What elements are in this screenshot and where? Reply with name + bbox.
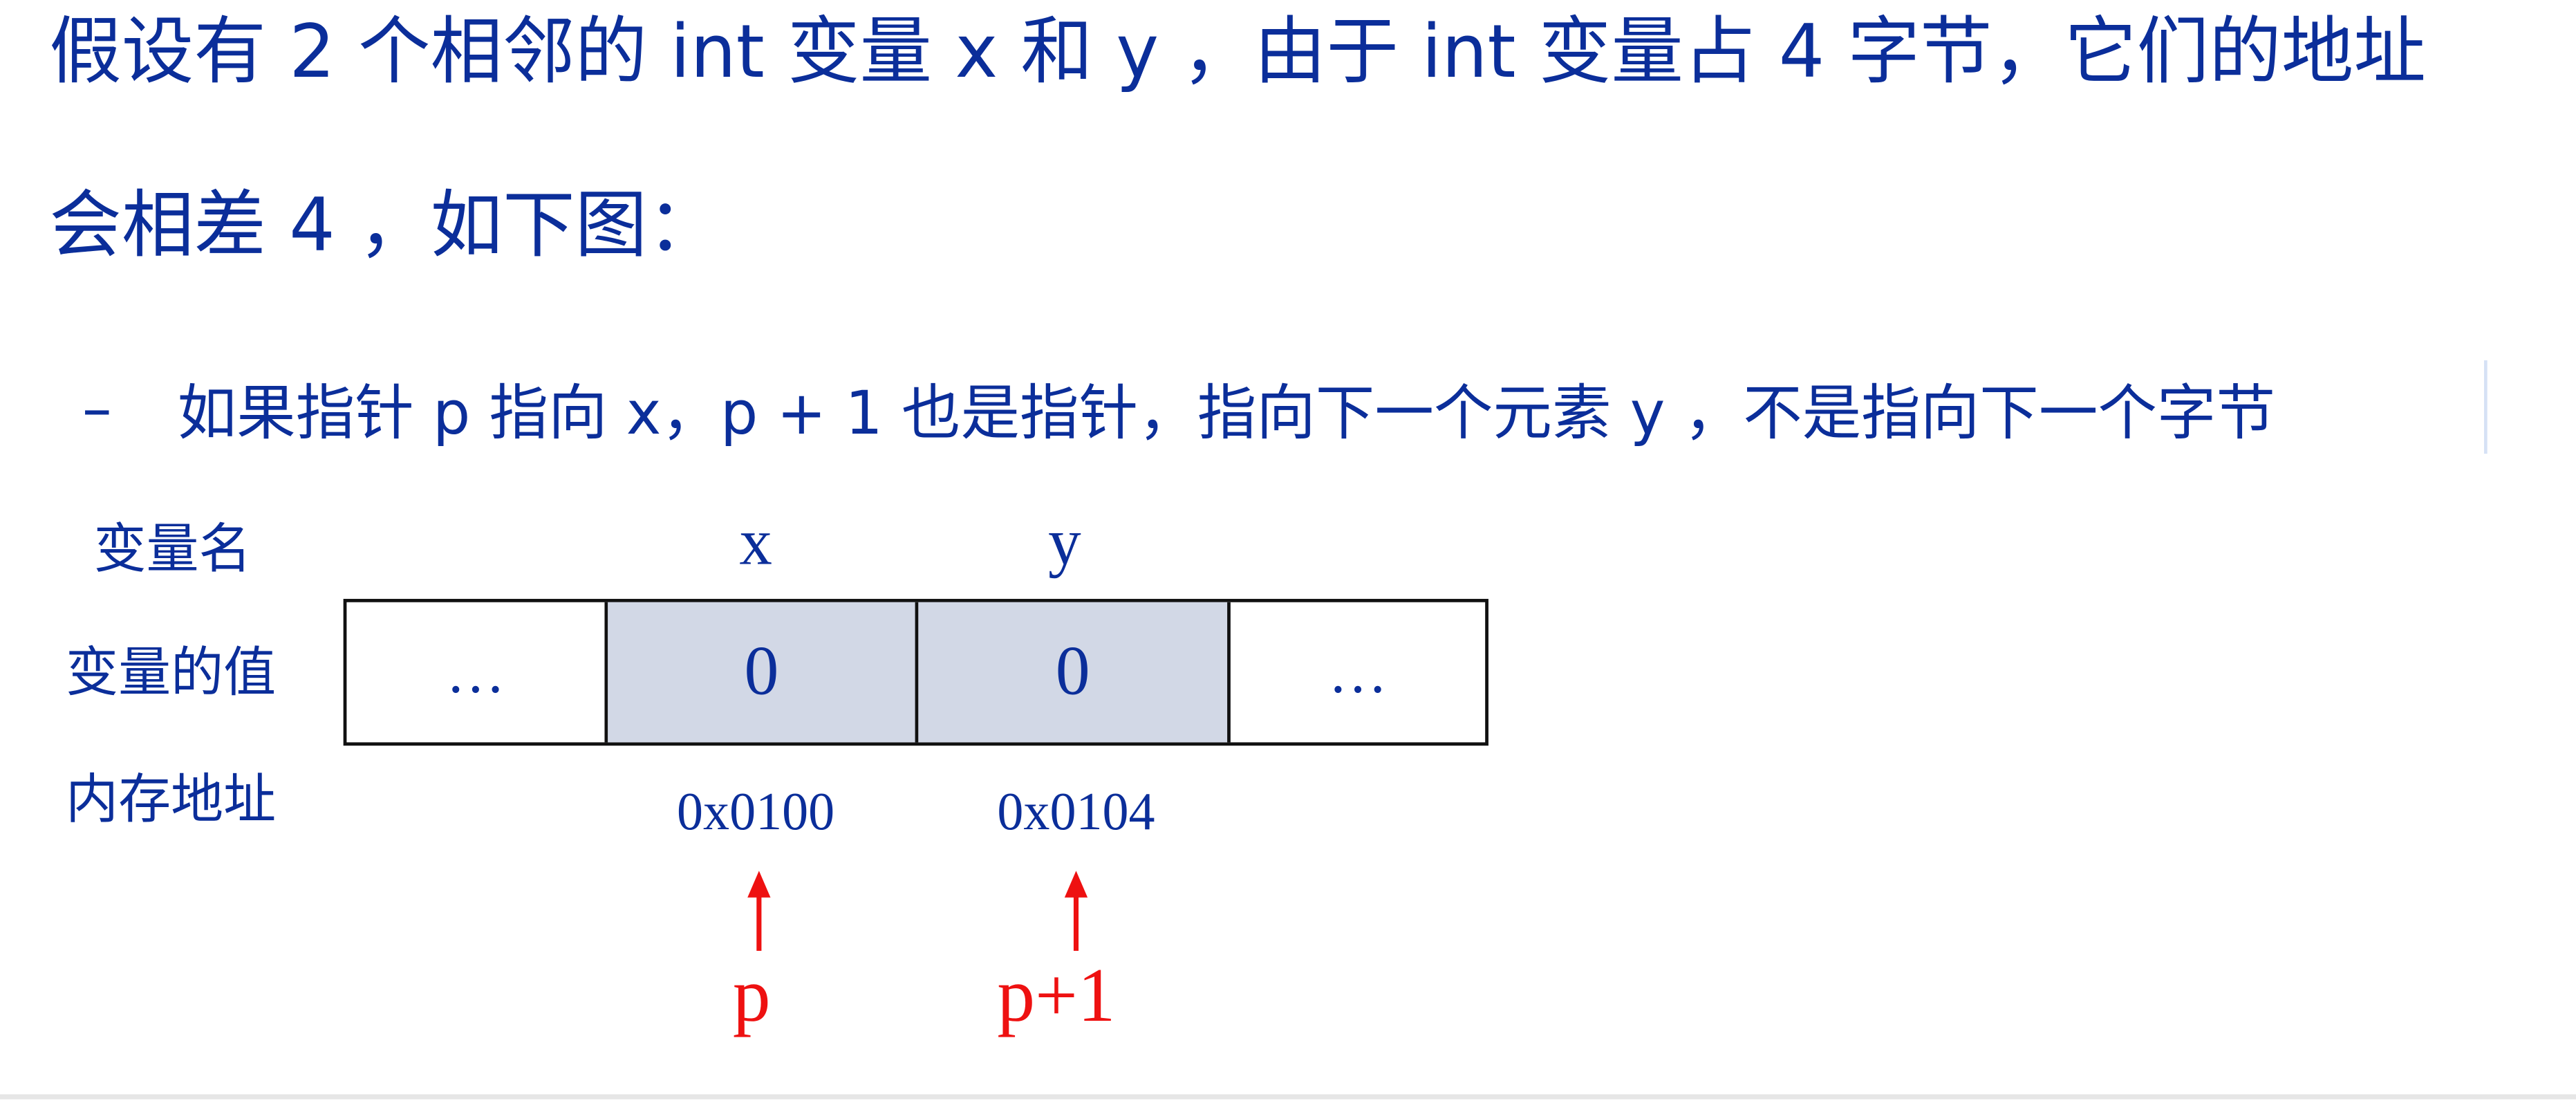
row-label-variable-value: 变量的值	[66, 640, 277, 704]
pointer-label-p-plus-1: p+1	[997, 952, 1116, 1038]
paragraph-line-2: 会相差 4 ，如下图：	[49, 183, 720, 269]
memory-cell-x: 0	[608, 602, 919, 743]
bullet-dash: –	[82, 374, 112, 443]
row-label-variable-name: 变量名	[93, 517, 252, 581]
text-caret	[2483, 360, 2488, 454]
bottom-divider	[0, 1094, 2576, 1100]
variable-name-y: y	[1048, 503, 1081, 579]
paragraph-line-1: 假设有 2 个相邻的 int 变量 x 和 y ，由于 int 变量占 4 字节…	[49, 10, 2426, 95]
arrow-up-icon	[1064, 871, 1088, 951]
slide: 假设有 2 个相邻的 int 变量 x 和 y ，由于 int 变量占 4 字节…	[0, 0, 2576, 1101]
memory-cell-ellipsis-right: …	[1328, 638, 1388, 706]
memory-row: … 0 0 …	[343, 598, 1488, 746]
arrow-up-icon	[747, 871, 771, 951]
bullet-item: – 如果指针 p 指向 x，p + 1 也是指针，指向下一个元素 y ，不是指向…	[82, 369, 2275, 449]
variable-name-x: x	[739, 503, 772, 579]
memory-cell-ellipsis-left: …	[346, 602, 608, 743]
memory-cell-y: 0	[918, 602, 1231, 743]
pointer-label-p: p	[732, 952, 771, 1038]
row-label-memory-address: 内存地址	[66, 767, 277, 831]
bullet-text: 如果指针 p 指向 x，p + 1 也是指针，指向下一个元素 y ，不是指向下一…	[177, 380, 2276, 449]
address-y: 0x0104	[997, 780, 1155, 841]
address-x: 0x0100	[677, 780, 835, 841]
